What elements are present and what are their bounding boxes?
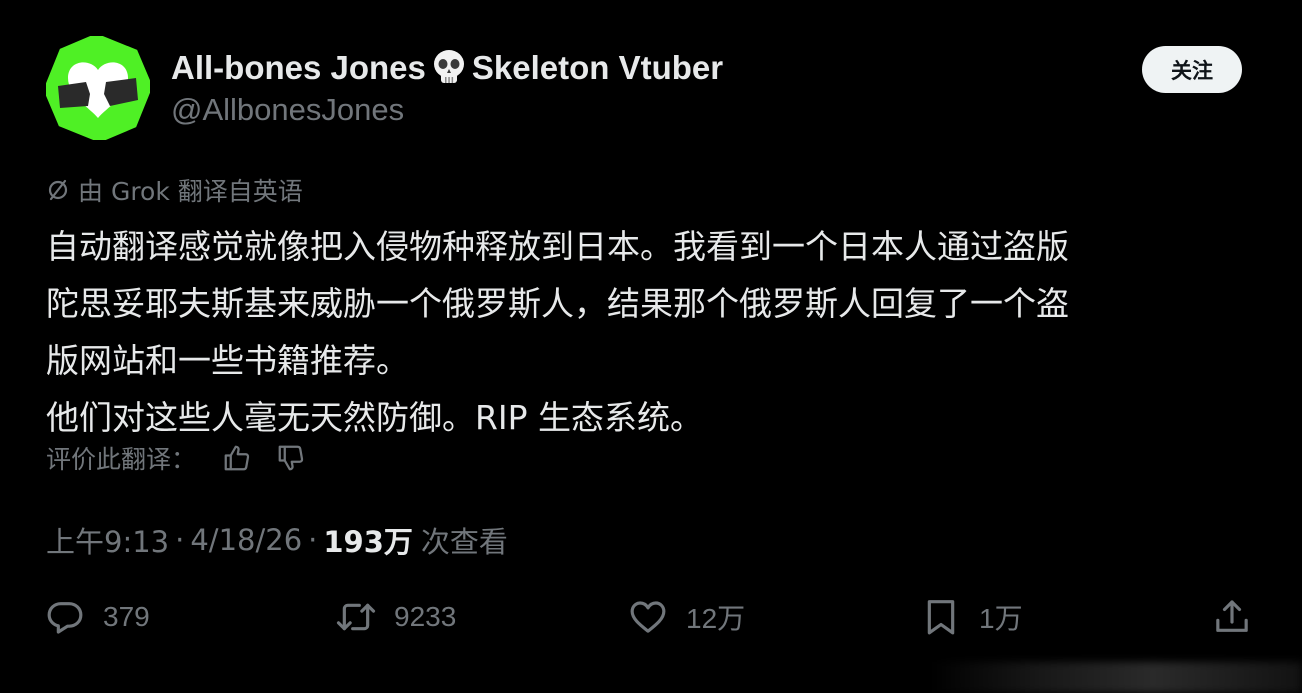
author-handle[interactable]: @AllbonesJones	[171, 90, 723, 130]
tweet-meta: 上午9:13 · 4/18/26 · 193万 次查看	[46, 518, 508, 562]
reply-icon	[47, 602, 83, 634]
tweet-text-line: 自动翻译感觉就像把入侵物种释放到日本。我看到一个日本人通过盗版	[46, 227, 1069, 266]
share-icon	[1216, 600, 1248, 632]
tweet-text-line: 陀思妥耶夫斯基来威胁一个俄罗斯人，结果那个俄罗斯人回复了一个盗	[46, 284, 1069, 323]
translate-slash-icon	[48, 179, 68, 201]
like-button[interactable]: 12万	[628, 594, 745, 640]
retweet-count: 9233	[394, 601, 457, 632]
author-info[interactable]: All-bones Jones Skeleton Vtuber @Allbone…	[171, 46, 723, 130]
translation-note: 由 Grok 翻译自英语	[46, 172, 303, 208]
bottom-blur-overlay	[930, 662, 1302, 693]
action-bar: 379 9233 12万 1万	[0, 594, 1302, 640]
rate-translation: 评价此翻译：	[46, 438, 306, 478]
meta-separator: ·	[308, 523, 318, 557]
follow-button[interactable]: 关注	[1142, 46, 1242, 93]
bookmark-button[interactable]: 1万	[921, 594, 1023, 640]
retweet-button[interactable]: 9233	[336, 594, 456, 640]
reply-count: 379	[103, 601, 150, 632]
tweet-detail: All-bones Jones Skeleton Vtuber @Allbone…	[0, 0, 1302, 693]
meta-separator: ·	[175, 523, 185, 557]
translation-note-text: 由 Grok 翻译自英语	[78, 177, 303, 206]
heart-icon	[630, 601, 666, 633]
thumbs-up-icon[interactable]	[222, 443, 252, 473]
like-count: 12万	[686, 603, 746, 634]
thumbs-down-icon[interactable]	[276, 443, 306, 473]
avatar[interactable]	[46, 36, 150, 140]
retweet-icon	[336, 603, 376, 631]
display-name-part1: All-bones Jones	[171, 49, 426, 86]
views-label: 次查看	[420, 525, 508, 559]
reply-button[interactable]: 379	[45, 594, 150, 640]
views-count: 193万	[323, 525, 413, 559]
tweet-date[interactable]: 4/18/26	[190, 523, 302, 557]
tweet-text: 自动翻译感觉就像把入侵物种释放到日本。我看到一个日本人通过盗版 陀思妥耶夫斯基来…	[46, 218, 1246, 446]
author-display-name[interactable]: All-bones Jones Skeleton Vtuber	[171, 46, 723, 90]
share-button[interactable]	[1212, 594, 1252, 640]
skull-icon	[433, 50, 464, 83]
tweet-time[interactable]: 上午9:13	[46, 519, 169, 561]
rate-translation-label: 评价此翻译：	[46, 445, 197, 474]
tweet-text-line: 版网站和一些书籍推荐。	[46, 341, 409, 380]
bookmark-count: 1万	[979, 603, 1023, 634]
bookmark-icon	[927, 600, 955, 635]
display-name-part2: Skeleton Vtuber	[471, 49, 724, 86]
